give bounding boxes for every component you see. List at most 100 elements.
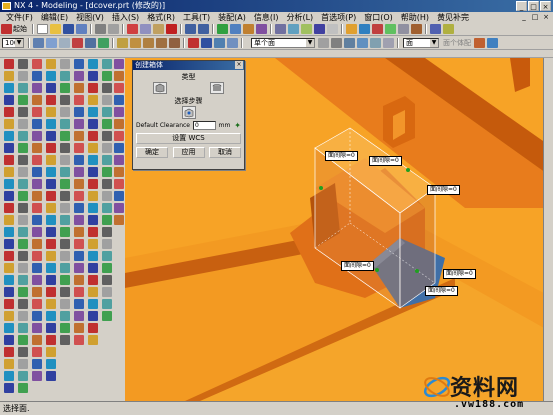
tool-icon[interactable] [18,179,28,189]
tool-icon[interactable] [74,239,84,249]
tool-icon[interactable] [60,119,70,129]
tool-icon[interactable] [102,59,112,69]
tool-icon[interactable] [32,203,42,213]
handle-dot[interactable] [375,268,379,272]
tool-icon[interactable] [60,227,70,237]
tool-icon[interactable] [114,59,124,69]
menu-insert[interactable]: 插入(S) [108,12,143,23]
tool-icon[interactable] [88,155,98,165]
tool-icon[interactable] [4,335,14,345]
zoom-combo[interactable]: 100 ▼ [2,37,24,48]
save-icon[interactable] [63,24,74,34]
tool-icon[interactable] [4,359,14,369]
tool-icon[interactable] [18,287,28,297]
select-faces-step-icon[interactable] [181,106,196,119]
menu-analysis[interactable]: 分析(L) [282,12,317,23]
tool-icon[interactable] [46,251,56,261]
tool-icon[interactable] [60,335,70,345]
tool-icon[interactable] [18,335,28,345]
menu-file[interactable]: 文件(F) [2,12,37,23]
tool-icon[interactable] [88,335,98,345]
tool-icon[interactable] [4,203,14,213]
tool-icon[interactable] [32,119,42,129]
tool-icon[interactable] [46,71,56,81]
tool-icon[interactable] [32,143,42,153]
tool-icon[interactable] [46,191,56,201]
delete-icon[interactable] [166,24,177,34]
tool-icon[interactable] [18,311,28,321]
preferences-icon[interactable] [398,24,409,34]
tool-icon[interactable] [74,323,84,333]
view-right-icon[interactable] [143,37,154,48]
selection-filter-combo[interactable]: 单个面 ▼ [251,37,315,48]
tool-icon[interactable] [60,167,70,177]
tool-icon[interactable] [102,227,112,237]
tool-icon[interactable] [60,275,70,285]
menu-format[interactable]: 格式(R) [143,12,179,23]
tool-icon[interactable] [88,299,98,309]
tool-icon[interactable] [102,167,112,177]
tool-icon[interactable] [60,179,70,189]
tool-icon[interactable] [88,287,98,297]
tool-icon[interactable] [18,83,28,93]
tool-icon[interactable] [32,371,42,381]
tool-icon[interactable] [46,83,56,93]
tool-icon[interactable] [102,131,112,141]
edge-icon[interactable] [201,37,212,48]
assembly-icon[interactable] [256,24,267,34]
tool-icon[interactable] [46,143,56,153]
tool-icon[interactable] [74,167,84,177]
tool-icon[interactable] [4,287,14,297]
tool-icon[interactable] [18,131,28,141]
tool-icon[interactable] [32,299,42,309]
tool-icon[interactable] [114,83,124,93]
tool-icon[interactable] [102,239,112,249]
tool-icon[interactable] [60,323,70,333]
tool-icon[interactable] [4,263,14,273]
point-icon[interactable] [487,37,498,48]
tool-icon[interactable] [4,299,14,309]
tools-icon[interactable] [411,24,422,34]
dialog-title-bar[interactable]: 创建箱体 × [133,61,244,70]
tool-icon[interactable] [32,191,42,201]
tool-icon[interactable] [32,335,42,345]
tool-icon[interactable] [74,95,84,105]
tool-icon[interactable] [32,59,42,69]
application-icon[interactable] [217,24,228,34]
tool-icon[interactable] [46,371,56,381]
window-icon[interactable] [430,24,441,34]
tool-icon[interactable] [102,299,112,309]
start-icon[interactable] [1,24,12,34]
tool-icon[interactable] [60,155,70,165]
deselect-icon[interactable] [331,37,342,48]
tool-icon[interactable] [4,71,14,81]
tool-icon[interactable] [60,131,70,141]
tool-icon[interactable] [4,83,14,93]
minimize-button[interactable]: _ [516,1,527,11]
tool-icon[interactable] [46,179,56,189]
tool-icon[interactable] [4,107,14,117]
tool-icon[interactable] [102,251,112,261]
pan-icon[interactable] [59,37,70,48]
tool-icon[interactable] [74,311,84,321]
select-all-icon[interactable] [318,37,329,48]
tool-icon[interactable] [18,251,28,261]
tool-icon[interactable] [46,323,56,333]
tool-icon[interactable] [114,95,124,105]
render-icon[interactable] [188,37,199,48]
tool-icon[interactable] [46,347,56,357]
tool-icon[interactable] [114,119,124,129]
ok-button[interactable]: 确定 [136,147,168,158]
tool-icon[interactable] [88,131,98,141]
view-trimetric-icon[interactable] [169,37,180,48]
tool-icon[interactable] [46,119,56,129]
tool-icon[interactable] [18,227,28,237]
tool-icon[interactable] [60,83,70,93]
mdi-restore-button[interactable]: □ [530,12,540,22]
tool-icon[interactable] [74,263,84,273]
tool-icon[interactable] [18,143,28,153]
tool-icon[interactable] [18,347,28,357]
tool-icon[interactable] [74,131,84,141]
copy-icon[interactable] [140,24,151,34]
tool-icon[interactable] [46,155,56,165]
